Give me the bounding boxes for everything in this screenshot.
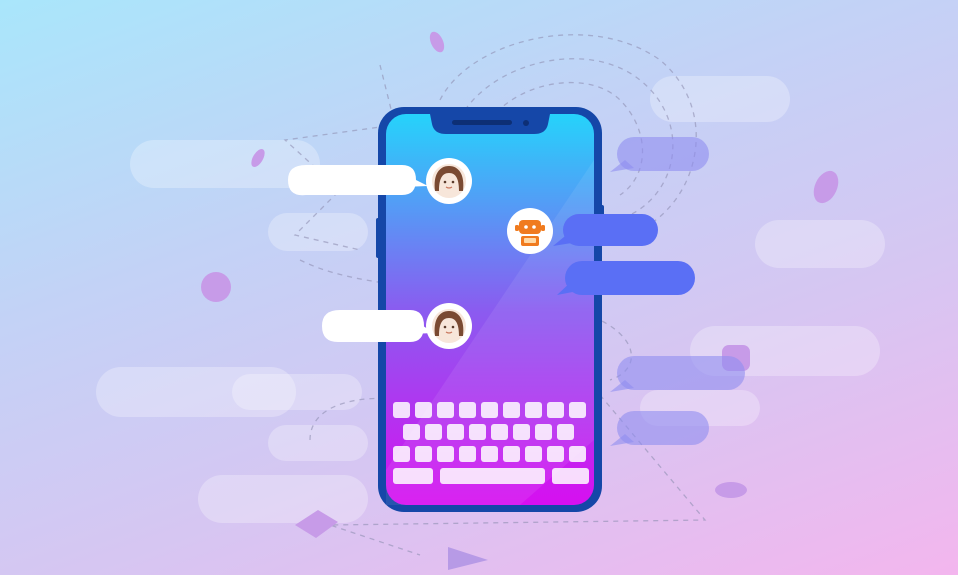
floating-bubble [610,356,745,392]
chat-message-user [322,310,434,343]
message-bubble [565,261,695,295]
keyboard-key [535,424,552,440]
space-bar [440,468,545,484]
illustration-canvas [0,0,958,575]
keyboard-key [415,446,432,462]
keyboard-key [513,424,530,440]
keyboard-key [437,402,454,418]
chat-message-bot [553,214,658,246]
speaker-grille [452,120,512,125]
keyboard-key [569,446,586,462]
woman-avatar [426,303,472,349]
keyboard-key [491,424,508,440]
keyboard-key [547,446,564,462]
keyboard-row-4 [393,468,589,484]
keyboard-key [393,468,433,484]
robot-avatar [507,208,553,254]
phone-chat-illustration [96,31,885,570]
message-bubble [322,310,424,343]
keyboard-key [547,402,564,418]
keyboard-key [525,402,542,418]
keyboard-key [552,468,589,484]
keyboard-key [481,402,498,418]
keyboard-key [503,402,520,418]
keyboard-key [447,424,464,440]
keyboard-key [525,446,542,462]
keyboard-key [557,424,574,440]
keyboard-key [481,446,498,462]
floating-bubble [610,137,709,172]
keyboard-key [459,402,476,418]
keyboard-key [425,424,442,440]
keyboard-key [503,446,520,462]
floating-bubble [610,411,709,446]
chat-message-bot [557,261,695,295]
keyboard-row-1 [393,402,586,418]
keyboard-key [437,446,454,462]
keyboard-row-3 [393,446,586,462]
keyboard-key [393,402,410,418]
keyboard-key [459,446,476,462]
message-bubble [288,165,416,196]
camera-icon [523,120,529,126]
chat-message-user [288,165,428,196]
keyboard-key [403,424,420,440]
keyboard-key [415,402,432,418]
phone-side-button [376,218,380,258]
keyboard-key [569,402,586,418]
keyboard-key [393,446,410,462]
keyboard-key [469,424,486,440]
message-bubble [563,214,658,246]
woman-avatar [426,158,472,204]
